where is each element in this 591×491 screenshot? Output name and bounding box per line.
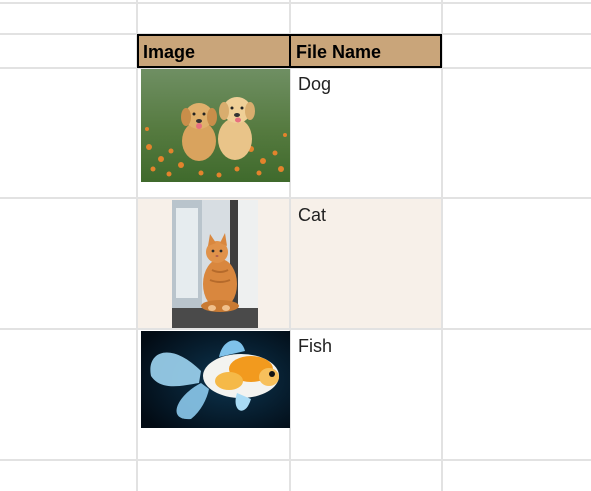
- file-name-cell-cat[interactable]: Cat: [291, 200, 441, 328]
- file-name-cell-fish[interactable]: Fish: [291, 331, 441, 459]
- header-file-name[interactable]: File Name: [291, 35, 441, 67]
- file-name-text: Fish: [298, 336, 333, 356]
- header-border: [289, 34, 291, 68]
- cat-photo-icon: [172, 200, 258, 328]
- header-image-label: Image: [143, 42, 196, 62]
- header-image[interactable]: Image: [138, 35, 289, 67]
- gridline: [0, 2, 591, 4]
- gridline: [441, 0, 443, 491]
- file-name-text: Dog: [298, 74, 332, 94]
- goldfish-photo-icon: [141, 331, 290, 428]
- image-cell-dog[interactable]: [141, 69, 290, 182]
- gridline: [136, 0, 138, 491]
- header-file-name-label: File Name: [296, 42, 382, 62]
- image-cell-fish[interactable]: [141, 331, 290, 428]
- gridline: [0, 197, 591, 199]
- two-puppies-photo-icon: [141, 69, 290, 182]
- file-name-cell-dog[interactable]: Dog: [291, 69, 441, 197]
- image-cell-cat[interactable]: [172, 200, 258, 328]
- gridline: [0, 328, 591, 330]
- header-border: [440, 34, 442, 68]
- header-border: [137, 34, 139, 68]
- gridline: [0, 459, 591, 461]
- file-name-text: Cat: [298, 205, 327, 225]
